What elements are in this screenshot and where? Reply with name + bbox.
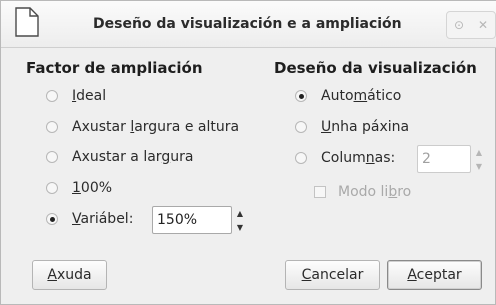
zoom-layout-dialog: Deseño da visualización e a ampliación ⊙…	[0, 0, 496, 305]
radio-indicator[interactable]	[46, 182, 58, 194]
radio-single-page[interactable]: Unha páxina	[295, 119, 409, 135]
columns-spinbox[interactable]: ▲ ▼	[417, 145, 482, 173]
zoom-value-input[interactable]	[153, 208, 227, 232]
radio-label: 100%	[72, 180, 113, 196]
radio-columns[interactable]: Columnas:	[295, 150, 395, 166]
radio-label: Axustar largura e altura	[72, 119, 240, 135]
checkbox-book-mode[interactable]: Modo libro	[314, 184, 411, 200]
radio-label: Unha páxina	[321, 119, 410, 135]
radio-fit-width-height[interactable]: Axustar largura e altura	[46, 119, 239, 135]
spin-down-icon[interactable]: ▼	[476, 162, 482, 172]
radio-ideal[interactable]: Ideal	[46, 88, 106, 104]
title-bar[interactable]: Deseño da visualización e a ampliación ⊙…	[1, 1, 496, 48]
radio-label: Variábel:	[72, 211, 134, 227]
radio-label: Columnas:	[321, 150, 396, 166]
spin-buttons[interactable]: ▲ ▼	[235, 209, 245, 233]
spin-up-icon[interactable]: ▲	[237, 209, 243, 219]
help-button[interactable]: Axuda	[32, 260, 107, 290]
button-label: Aceptar	[407, 267, 462, 283]
ok-button[interactable]: Aceptar	[387, 260, 482, 290]
spin-down-icon[interactable]: ▼	[237, 223, 243, 233]
restore-icon[interactable]: ⊙	[454, 18, 464, 32]
checkbox-indicator[interactable]	[314, 186, 326, 198]
checkbox-label: Modo libro	[338, 184, 412, 200]
radio-label: Automático	[321, 88, 402, 104]
radio-indicator[interactable]	[295, 152, 307, 164]
radio-label: Axustar a largura	[72, 149, 194, 165]
button-label: Cancelar	[301, 267, 364, 283]
radio-automatic[interactable]: Automático	[295, 88, 401, 104]
window-controls: ⊙ ✕	[446, 11, 496, 39]
close-icon[interactable]: ✕	[478, 18, 488, 32]
radio-label: Ideal	[72, 88, 107, 104]
radio-indicator[interactable]	[46, 90, 58, 102]
radio-variable[interactable]: Variábel:	[46, 211, 133, 227]
radio-fit-width[interactable]: Axustar a largura	[46, 149, 193, 165]
radio-indicator[interactable]	[295, 90, 307, 102]
radio-indicator[interactable]	[46, 121, 58, 133]
radio-100-percent[interactable]: 100%	[46, 180, 112, 196]
radio-indicator[interactable]	[46, 213, 58, 225]
window-title: Deseño da visualización e a ampliación	[93, 16, 402, 32]
zoom-value-spinbox[interactable]: ▲ ▼	[152, 206, 243, 234]
zoom-factor-heading: Factor de ampliación	[26, 59, 203, 77]
columns-input[interactable]	[418, 147, 466, 171]
button-label: Axuda	[47, 267, 92, 283]
document-icon	[15, 7, 39, 37]
spin-up-icon[interactable]: ▲	[476, 148, 482, 158]
view-layout-heading: Deseño da visualización	[274, 59, 477, 77]
radio-indicator[interactable]	[295, 121, 307, 133]
cancel-button[interactable]: Cancelar	[285, 260, 380, 290]
radio-indicator[interactable]	[46, 151, 58, 163]
spin-buttons[interactable]: ▲ ▼	[474, 148, 484, 172]
